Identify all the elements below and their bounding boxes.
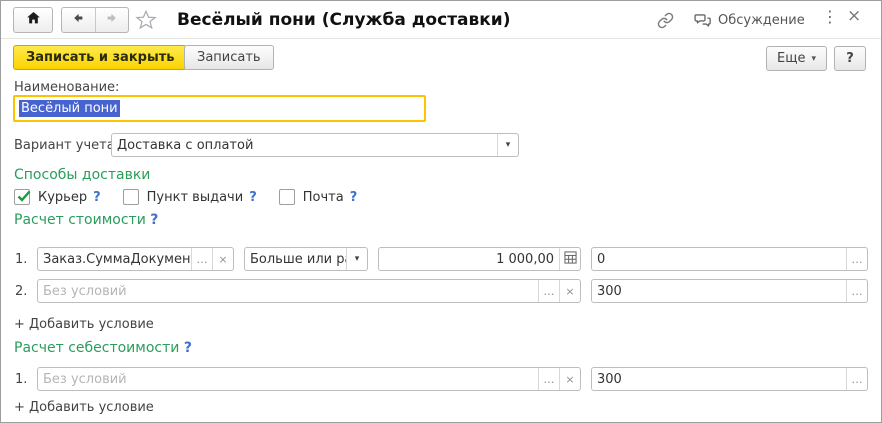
kebab-menu-icon[interactable]: ⋮ (822, 9, 838, 25)
cost-row2-result-value: 300 (592, 280, 846, 302)
cost-price-row1-condition-placeholder: Без условий (38, 368, 538, 390)
courier-help-link[interactable]: ? (93, 190, 101, 205)
checkmark-icon (16, 188, 32, 208)
pickup-point-help-link[interactable]: ? (249, 190, 257, 205)
cost-price-row1-condition-clear-button[interactable]: × (559, 368, 580, 390)
more-button-label: Еще (777, 51, 805, 66)
cost-row1-result-value: 0 (592, 248, 846, 270)
clear-icon: × (565, 285, 574, 298)
cost-row1-comparison-dropdown-button[interactable]: ▾ (346, 248, 367, 270)
checkbox-post-label[interactable]: Почта (303, 190, 344, 205)
cost-row1-condition-choose-button[interactable]: … (191, 248, 212, 270)
cost-row1-amount-value: 1 000,00 (379, 248, 559, 270)
accounting-option-select[interactable]: Доставка с оплатой ▾ (111, 133, 519, 157)
get-link-icon[interactable] (657, 12, 674, 33)
cost-price-row1-result-value: 300 (592, 368, 846, 390)
help-button[interactable]: ? (834, 46, 866, 71)
cost-row2-result-field[interactable]: 300 … (591, 279, 868, 303)
chevron-down-icon: ▾ (506, 140, 511, 150)
cost-row2-number: 2. (15, 284, 27, 299)
ellipsis-icon: … (852, 285, 863, 298)
post-help-link[interactable]: ? (350, 190, 358, 205)
delivery-methods-header: Способы доставки (14, 167, 150, 183)
name-input[interactable]: Весёлый пони (13, 95, 426, 122)
title-bar: Весёлый пони (Служба доставки) Обсуждени… (1, 1, 881, 39)
more-button[interactable]: Еще ▾ (766, 46, 827, 71)
checkbox-courier[interactable] (14, 189, 30, 205)
accounting-dropdown-button[interactable]: ▾ (497, 134, 518, 156)
name-field-label: Наименование: (14, 80, 119, 95)
cost-row1-calculator-button[interactable] (559, 248, 580, 270)
close-icon[interactable]: × (847, 8, 861, 25)
cost-row1-condition-field[interactable]: Заказ.СуммаДокумента … × (37, 247, 234, 271)
cost-row1-condition-value: Заказ.СуммаДокумента (38, 248, 191, 270)
cost-row1-result-field[interactable]: 0 … (591, 247, 868, 271)
accounting-option-label: Вариант учета: (14, 138, 119, 153)
page-title: Весёлый пони (Служба доставки) (177, 10, 511, 30)
cost-price-header-text: Расчет себестоимости (14, 340, 179, 356)
accounting-option-value: Доставка с оплатой (112, 134, 497, 156)
delivery-methods-row: Курьер ? Пункт выдачи ? Почта ? (14, 188, 379, 206)
favorite-star-icon[interactable] (135, 9, 157, 35)
name-input-selected-text: Весёлый пони (19, 100, 120, 117)
cost-price-row1-number: 1. (15, 372, 27, 387)
history-nav-group (61, 7, 129, 33)
cost-calc-header-text: Расчет стоимости (14, 212, 146, 228)
arrow-left-icon (70, 11, 86, 29)
home-button[interactable] (13, 7, 53, 33)
cost-row2-condition-choose-button[interactable]: … (538, 280, 559, 302)
cost-price-add-condition-link[interactable]: + Добавить условие (14, 400, 154, 415)
ellipsis-icon: … (544, 285, 555, 298)
back-button[interactable] (62, 8, 96, 32)
chevron-down-icon: ▾ (355, 254, 360, 264)
clear-icon: × (565, 373, 574, 386)
cost-row1-comparison-select[interactable]: Больше или рав ▾ (244, 247, 368, 271)
cost-price-row1-result-field[interactable]: 300 … (591, 367, 868, 391)
checkbox-courier-label[interactable]: Курьер (38, 190, 87, 205)
delivery-service-form-window: Весёлый пони (Служба доставки) Обсуждени… (0, 0, 882, 423)
calculator-icon (564, 251, 577, 267)
ellipsis-icon: … (852, 373, 863, 386)
discussion-icon[interactable] (693, 11, 713, 34)
cost-price-header: Расчет себестоимости ? (14, 340, 192, 356)
ellipsis-icon: … (852, 253, 863, 266)
cost-calc-header: Расчет стоимости ? (14, 212, 158, 228)
cost-row1-comparison-value: Больше или рав (245, 248, 346, 270)
cost-row1-condition-clear-button[interactable]: × (212, 248, 233, 270)
cost-add-condition-link[interactable]: + Добавить условие (14, 317, 154, 332)
cost-price-row1-condition-field[interactable]: Без условий … × (37, 367, 581, 391)
cost-row2-condition-placeholder: Без условий (38, 280, 538, 302)
cost-row2-condition-clear-button[interactable]: × (559, 280, 580, 302)
checkbox-pickup-point[interactable] (123, 189, 139, 205)
forward-button[interactable] (96, 8, 129, 32)
discussion-label[interactable]: Обсуждение (718, 13, 805, 28)
cost-price-row1-condition-choose-button[interactable]: … (538, 368, 559, 390)
checkbox-pickup-point-label[interactable]: Пункт выдачи (147, 190, 244, 205)
cost-calc-help-link[interactable]: ? (150, 212, 158, 228)
cost-row1-number: 1. (15, 252, 27, 267)
home-icon (25, 10, 42, 30)
arrow-right-icon (104, 11, 120, 29)
ellipsis-icon: … (197, 253, 208, 266)
chevron-down-icon: ▾ (811, 54, 816, 64)
save-and-close-button[interactable]: Записать и закрыть (13, 45, 187, 70)
clear-icon: × (218, 253, 227, 266)
checkbox-post[interactable] (279, 189, 295, 205)
cost-row1-amount-field[interactable]: 1 000,00 (378, 247, 581, 271)
cost-row1-result-choose-button[interactable]: … (846, 248, 867, 270)
ellipsis-icon: … (544, 373, 555, 386)
cost-row2-condition-field[interactable]: Без условий … × (37, 279, 581, 303)
cost-row2-result-choose-button[interactable]: … (846, 280, 867, 302)
cost-price-help-link[interactable]: ? (184, 340, 192, 356)
save-button[interactable]: Записать (184, 45, 274, 70)
cost-price-row1-result-choose-button[interactable]: … (846, 368, 867, 390)
